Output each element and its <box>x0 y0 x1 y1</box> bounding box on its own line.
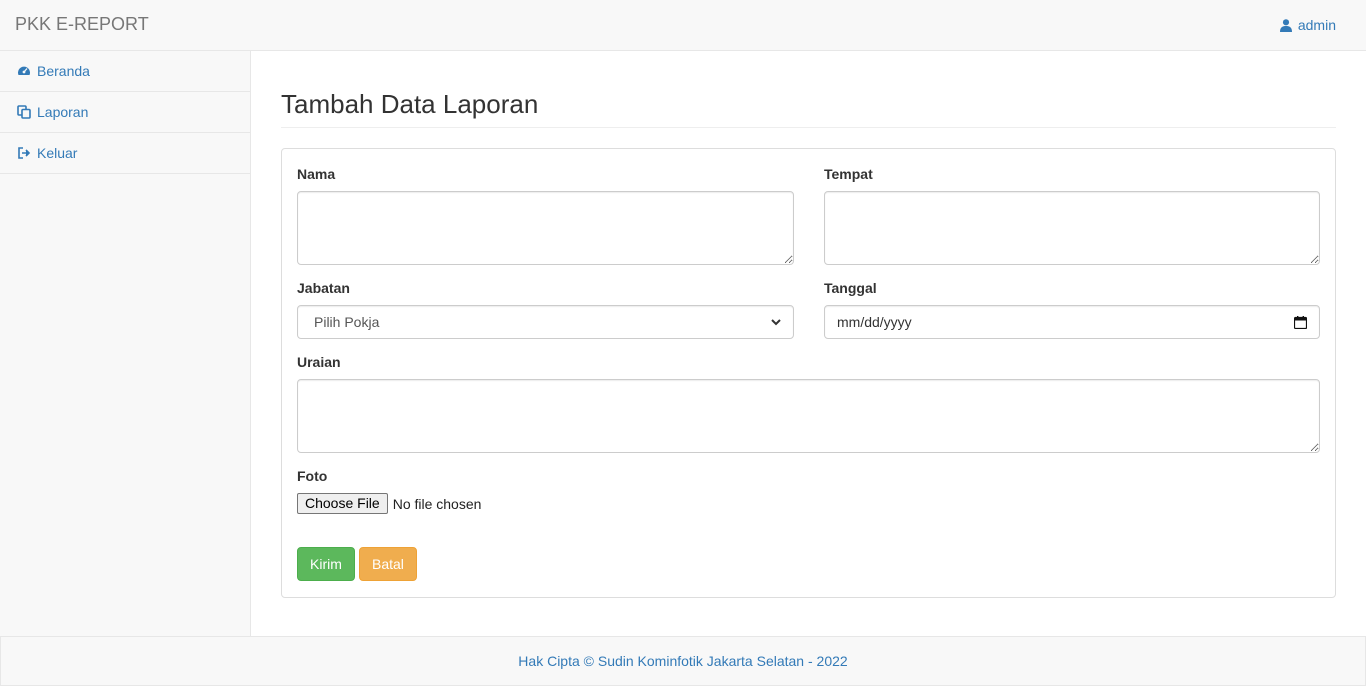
page-title: Tambah Data Laporan <box>281 89 1336 128</box>
top-navbar: PKK E-REPORT admin <box>0 0 1366 51</box>
brand-title[interactable]: PKK E-REPORT <box>15 14 149 34</box>
file-input: Choose File No file chosen <box>297 493 697 514</box>
nama-field[interactable] <box>297 191 794 265</box>
footer: Hak Cipta © Sudin Kominfotik Jakarta Sel… <box>0 636 1366 686</box>
nama-label: Nama <box>297 166 336 182</box>
sidebar-item-label: Keluar <box>37 145 78 161</box>
sidebar-item-laporan[interactable]: Laporan <box>0 92 250 133</box>
tempat-group: Tempat <box>824 165 1320 265</box>
chevron-down-icon <box>771 319 781 326</box>
sidebar-item-label: Laporan <box>37 104 89 120</box>
sidebar: Beranda Laporan Keluar <box>0 51 251 636</box>
main-content: Tambah Data Laporan Nama Tempat Jabatan … <box>281 51 1336 598</box>
jabatan-label: Jabatan <box>297 280 350 296</box>
tanggal-group: Tanggal mm/dd/yyyy <box>824 279 1320 339</box>
copy-icon <box>17 105 31 119</box>
nama-group: Nama <box>297 165 794 265</box>
tanggal-date-input[interactable]: mm/dd/yyyy <box>824 305 1320 339</box>
jabatan-select[interactable]: Pilih Pokja <box>297 305 794 339</box>
date-placeholder: mm/dd/yyyy <box>837 314 912 330</box>
file-status: No file chosen <box>392 495 482 512</box>
sidebar-item-keluar[interactable]: Keluar <box>0 133 250 174</box>
form-panel: Nama Tempat Jabatan Pilih Pokja Tanggal … <box>281 148 1336 598</box>
sidebar-item-label: Beranda <box>37 63 90 79</box>
user-menu[interactable]: admin <box>1279 16 1336 34</box>
foto-group: Foto Choose File No file chosen <box>297 467 697 514</box>
user-icon <box>1279 18 1292 32</box>
uraian-group: Uraian <box>297 353 1320 453</box>
calendar-icon[interactable] <box>1294 315 1307 329</box>
user-name: admin <box>1297 17 1336 33</box>
kirim-button[interactable]: Kirim <box>297 547 355 581</box>
uraian-label: Uraian <box>297 354 341 370</box>
tempat-label: Tempat <box>824 166 873 182</box>
dashboard-icon <box>18 66 30 75</box>
sign-out-icon <box>18 147 31 159</box>
uraian-field[interactable] <box>297 379 1320 453</box>
copyright-text: Hak Cipta © Sudin Kominfotik Jakarta Sel… <box>518 653 848 669</box>
choose-file-button[interactable]: Choose File <box>297 493 388 514</box>
jabatan-group: Jabatan Pilih Pokja <box>297 279 794 339</box>
tanggal-label: Tanggal <box>824 280 877 296</box>
batal-button[interactable]: Batal <box>359 547 417 581</box>
foto-label: Foto <box>297 468 328 484</box>
tempat-field[interactable] <box>824 191 1320 265</box>
jabatan-selected-value: Pilih Pokja <box>314 314 380 330</box>
sidebar-item-beranda[interactable]: Beranda <box>0 51 250 92</box>
